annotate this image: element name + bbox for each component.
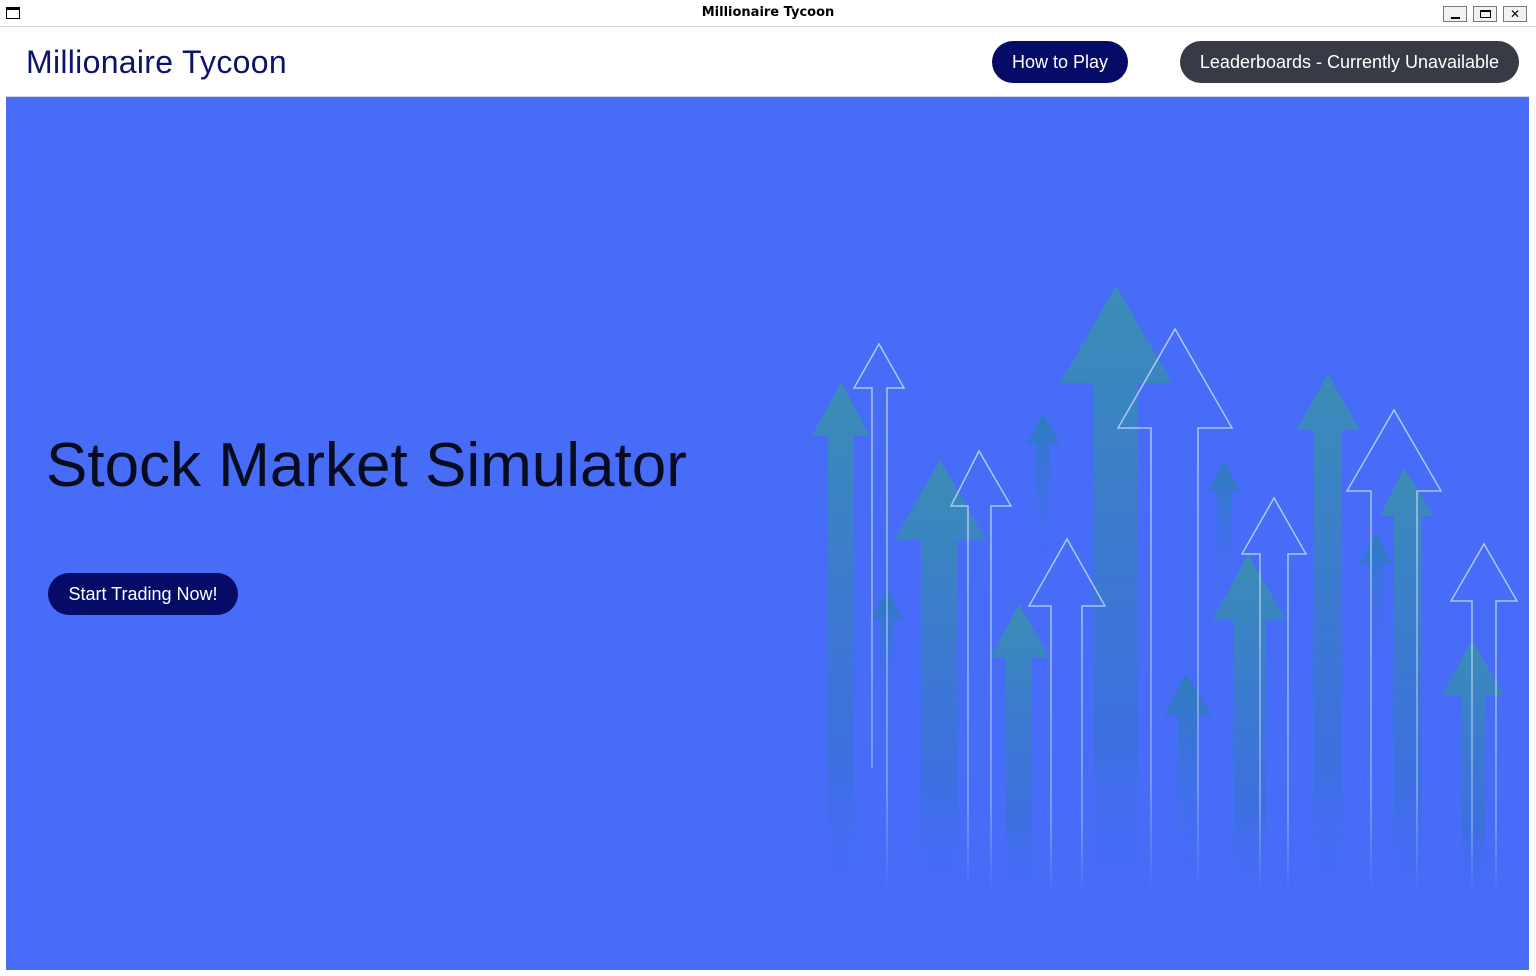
arrow-shape	[1026, 414, 1060, 568]
arrow-shape	[1060, 286, 1172, 893]
arrow-shape	[1380, 468, 1434, 893]
arrow-shape	[1164, 674, 1212, 893]
hero-title: Stock Market Simulator	[46, 431, 687, 500]
start-trading-button[interactable]: Start Trading Now!	[48, 573, 238, 615]
close-icon: ✕	[1509, 7, 1521, 21]
arrow-shape	[1296, 374, 1360, 893]
close-button[interactable]: ✕	[1503, 6, 1527, 22]
leaderboards-button[interactable]: Leaderboards - Currently Unavailable	[1180, 41, 1519, 83]
maximize-button[interactable]	[1473, 6, 1497, 22]
window-title: Millionaire Tycoon	[701, 5, 835, 20]
arrow-shape	[990, 604, 1050, 893]
window-titlebar: Millionaire Tycoon ✕	[0, 0, 1536, 27]
minimize-button[interactable]	[1443, 6, 1467, 22]
minimize-icon	[1450, 16, 1460, 19]
app-viewport: Millionaire Tycoon How to Play Leaderboa…	[6, 28, 1529, 970]
maximize-icon	[1479, 10, 1491, 18]
rising-arrows-illustration	[812, 286, 1519, 893]
brand-title[interactable]: Millionaire Tycoon	[26, 44, 287, 81]
how-to-play-button[interactable]: How to Play	[992, 41, 1128, 83]
arrow-shape	[894, 460, 986, 893]
arrow-shape	[1359, 534, 1393, 668]
arrow-shape	[1442, 640, 1504, 893]
navbar: Millionaire Tycoon How to Play Leaderboa…	[6, 28, 1529, 97]
arrow-shape	[812, 382, 870, 893]
arrow-outline	[1027, 537, 1107, 893]
